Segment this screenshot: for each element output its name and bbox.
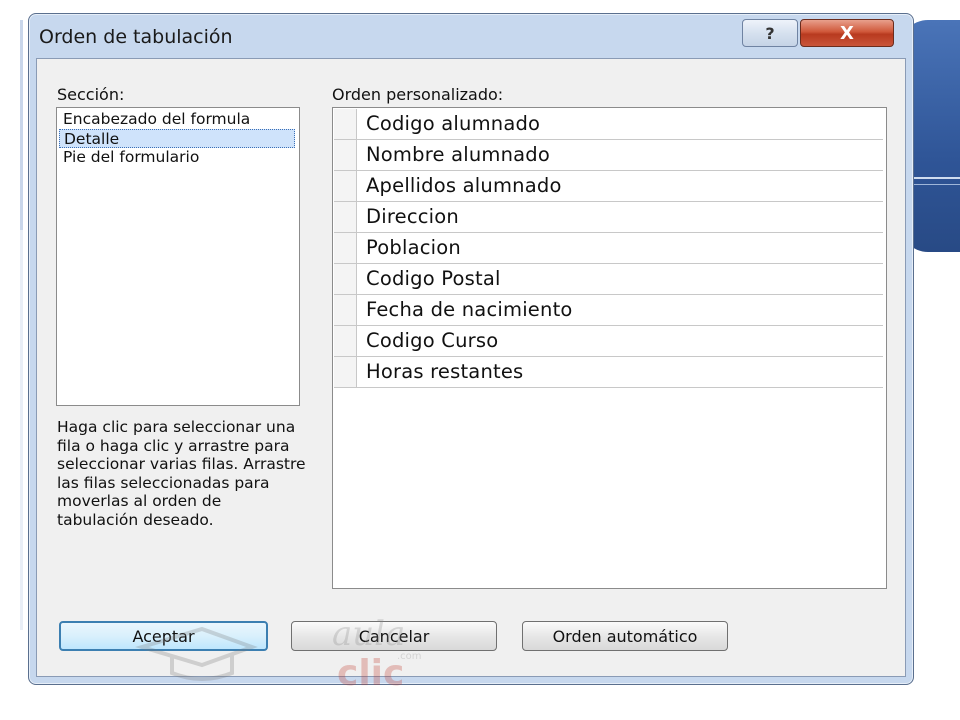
close-icon: X	[840, 22, 854, 44]
help-icon: ?	[765, 23, 775, 43]
section-listbox[interactable]: Encabezado del formula Detalle Pie del f…	[56, 107, 300, 406]
section-item-header[interactable]: Encabezado del formula	[59, 110, 295, 129]
row-selector[interactable]	[334, 233, 357, 263]
help-button[interactable]: ?	[742, 19, 798, 47]
section-item-footer[interactable]: Pie del formulario	[59, 148, 295, 167]
background-edge	[20, 230, 23, 630]
row-selector[interactable]	[334, 109, 357, 139]
order-row[interactable]: Codigo Postal	[334, 264, 883, 295]
accept-button[interactable]: Aceptar	[59, 621, 268, 651]
row-selector[interactable]	[334, 326, 357, 356]
field-name: Direccion	[366, 205, 459, 228]
order-row[interactable]: Apellidos alumnado	[334, 171, 883, 202]
order-row[interactable]: Codigo Curso	[334, 326, 883, 357]
field-name: Horas restantes	[366, 360, 524, 383]
field-name: Codigo Postal	[366, 267, 501, 290]
row-selector[interactable]	[334, 171, 357, 201]
field-name: Fecha de nacimiento	[366, 298, 573, 321]
order-row[interactable]: Horas restantes	[334, 357, 883, 388]
order-row[interactable]: Direccion	[334, 202, 883, 233]
field-name: Codigo Curso	[366, 329, 499, 352]
section-label: Sección:	[57, 85, 125, 104]
dialog-body: Sección: Orden personalizado: Encabezado…	[36, 58, 906, 687]
watermark-text-clic: clic	[337, 653, 404, 687]
auto-order-button[interactable]: Orden automático	[522, 621, 728, 651]
dialog-title: Orden de tabulación	[39, 26, 233, 48]
watermark-text-com: .com	[397, 651, 422, 662]
order-row[interactable]: Poblacion	[334, 233, 883, 264]
field-name: Poblacion	[366, 236, 461, 259]
custom-order-grid[interactable]: Codigo alumnado Nombre alumnado Apellidos …	[332, 107, 887, 589]
title-bar[interactable]: Orden de tabulación ? X	[29, 14, 913, 58]
row-selector[interactable]	[334, 140, 357, 170]
tab-order-dialog: Orden de tabulación ? X Sección: Orden p…	[28, 13, 914, 687]
order-row[interactable]: Nombre alumnado	[334, 140, 883, 171]
background-edge	[20, 20, 23, 230]
help-instructions: Haga clic para seleccionar una fila o ha…	[57, 418, 306, 529]
field-name: Nombre alumnado	[366, 143, 551, 166]
row-selector[interactable]	[334, 357, 357, 387]
cancel-button[interactable]: Cancelar	[291, 621, 497, 651]
row-selector[interactable]	[334, 264, 357, 294]
field-name: Codigo alumnado	[366, 112, 541, 135]
order-row[interactable]: Codigo alumnado	[334, 109, 883, 140]
row-selector[interactable]	[334, 295, 357, 325]
custom-order-label: Orden personalizado:	[332, 85, 504, 104]
close-button[interactable]: X	[800, 19, 894, 47]
order-row[interactable]: Fecha de nacimiento	[334, 295, 883, 326]
row-selector[interactable]	[334, 202, 357, 232]
section-item-detail[interactable]: Detalle	[59, 129, 295, 148]
field-name: Apellidos alumnado	[366, 174, 562, 197]
